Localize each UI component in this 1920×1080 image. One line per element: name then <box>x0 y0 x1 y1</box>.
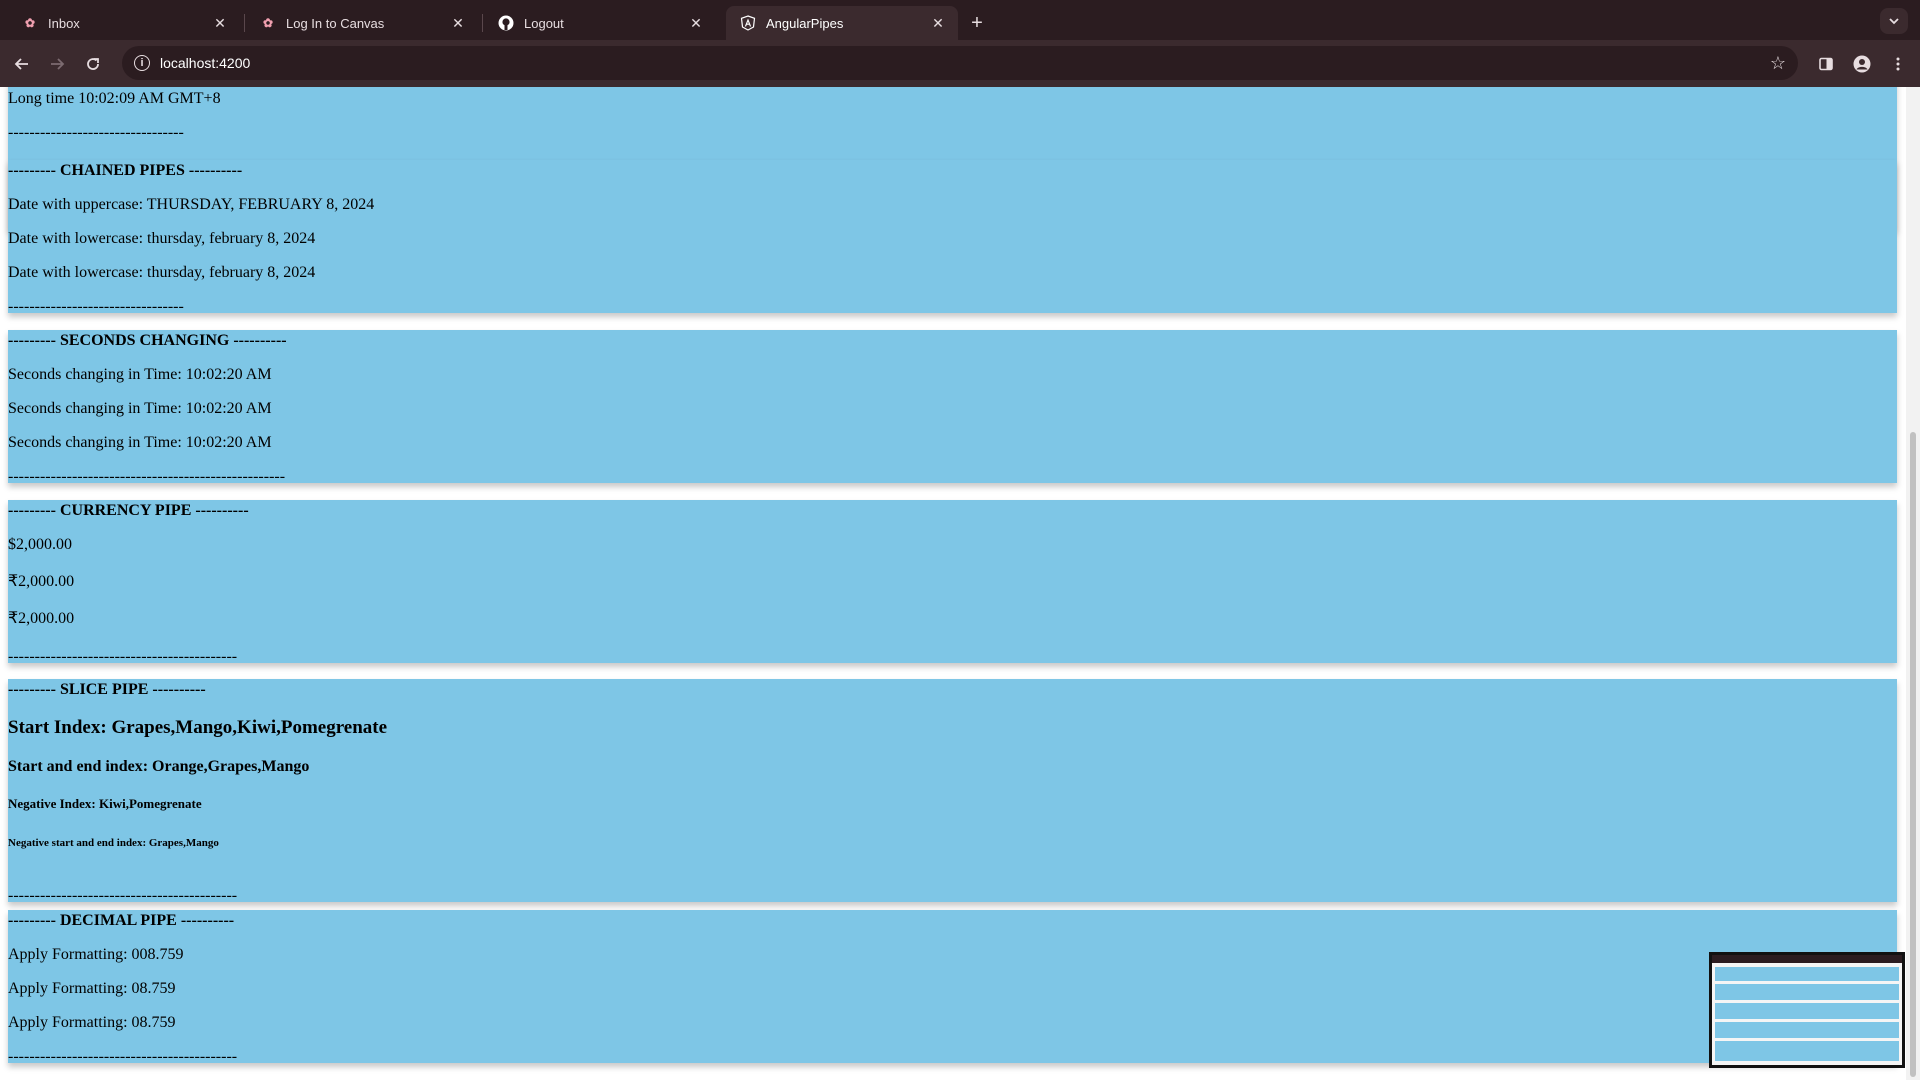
thumbnail-band <box>1715 967 1899 981</box>
page-viewport: Long time 10:02:09 AM GMT+8 ------------… <box>0 87 1920 1080</box>
close-icon[interactable]: ✕ <box>210 13 230 33</box>
browser-toolbar: i localhost:4200 ☆ <box>0 40 1920 87</box>
currency-pipe-section: --------- CURRENCY PIPE ---------- $2,00… <box>8 500 1897 665</box>
slice-pipe-section: --------- SLICE PIPE ---------- Start In… <box>8 679 1897 904</box>
profile-button[interactable] <box>1848 50 1876 78</box>
address-bar[interactable]: i localhost:4200 ☆ <box>122 46 1798 80</box>
section-divider: --------------------------------- <box>8 298 184 315</box>
chained-pipes-section: --------- CHAINED PIPES ---------- Date … <box>8 160 1897 315</box>
start-end-index-text: Start and end index: Orange,Grapes,Mango <box>8 758 310 775</box>
tab-title: Log In to Canvas <box>286 15 385 31</box>
scrollbar-thumb[interactable] <box>1910 432 1916 1077</box>
site-info-icon[interactable]: i <box>134 55 150 71</box>
arrow-left-icon <box>14 58 28 70</box>
tab-title: Logout <box>524 15 564 31</box>
close-icon[interactable]: ✕ <box>928 13 948 33</box>
canvas-icon: ✿ <box>24 16 36 30</box>
seconds-time-text: Seconds changing in Time: 10:02:20 AM <box>8 366 272 383</box>
section-divider: ----------------------------------------… <box>8 468 286 485</box>
page-thumbnail-preview[interactable] <box>1709 952 1905 1068</box>
section-heading: --------- SLICE PIPE ---------- <box>8 681 206 698</box>
tab-log-in-to-canvas[interactable]: ✿ Log In to Canvas ✕ <box>246 6 478 40</box>
side-panel-button[interactable] <box>1812 50 1840 78</box>
tab-title: AngularPipes <box>766 15 844 31</box>
thumbnail-chrome <box>1712 955 1902 963</box>
tab-separator <box>244 14 245 32</box>
tab-logout[interactable]: Logout ✕ <box>484 6 716 40</box>
date-lowercase-text: Date with lowercase: thursday, february … <box>8 230 316 247</box>
forward-button[interactable] <box>43 50 71 78</box>
decimal-format-text: Apply Formatting: 008.759 <box>8 946 184 963</box>
bookmark-star-icon[interactable]: ☆ <box>1764 49 1792 77</box>
currency-inr-text: ₹2,000.00 <box>8 573 75 590</box>
decimal-format-text: Apply Formatting: 08.759 <box>8 980 176 997</box>
currency-inr-text: ₹2,000.00 <box>8 610 75 627</box>
reload-icon <box>87 58 99 70</box>
tab-inbox[interactable]: ✿ Inbox ✕ <box>8 6 240 40</box>
negative-start-end-index-text: Negative start and end index: Grapes,Man… <box>8 837 219 849</box>
long-time-text: Long time 10:02:09 AM GMT+8 <box>8 90 221 107</box>
page-scrollbar[interactable] <box>1906 87 1920 1080</box>
side-panel-icon <box>1819 57 1833 71</box>
profile-icon <box>1853 55 1871 73</box>
thumbnail-band <box>1715 984 1899 1000</box>
section-heading: --------- CHAINED PIPES ---------- <box>8 162 243 179</box>
decimal-format-text: Apply Formatting: 08.759 <box>8 1014 176 1031</box>
tab-separator <box>482 14 483 32</box>
thumbnail-band <box>1715 1041 1899 1061</box>
start-index-text: Start Index: Grapes,Mango,Kiwi,Pomegrena… <box>8 717 388 738</box>
tab-search-button[interactable] <box>1880 8 1908 34</box>
close-icon[interactable]: ✕ <box>686 13 706 33</box>
new-tab-button[interactable]: + <box>964 10 990 36</box>
github-icon <box>498 15 514 31</box>
section-heading: --------- DECIMAL PIPE ---------- <box>8 912 235 929</box>
tab-strip: ✿ Inbox ✕ ✿ Log In to Canvas ✕ Logout ✕ … <box>0 0 1920 40</box>
negative-index-text: Negative Index: Kiwi,Pomegrenate <box>8 796 202 811</box>
arrow-right-icon <box>51 58 65 70</box>
currency-usd-text: $2,000.00 <box>8 536 72 553</box>
date-uppercase-text: Date with uppercase: THURSDAY, FEBRUARY … <box>8 196 375 213</box>
date-lowercase-text: Date with lowercase: thursday, february … <box>8 264 316 281</box>
seconds-time-text: Seconds changing in Time: 10:02:20 AM <box>8 434 272 451</box>
browser-chrome: ✿ Inbox ✕ ✿ Log In to Canvas ✕ Logout ✕ … <box>0 0 1920 87</box>
canvas-icon: ✿ <box>262 16 274 30</box>
tab-angularpipes[interactable]: AngularPipes ✕ <box>726 6 958 40</box>
decimal-pipe-section: --------- DECIMAL PIPE ---------- Apply … <box>8 910 1897 1065</box>
reload-button[interactable] <box>79 50 107 78</box>
close-icon[interactable]: ✕ <box>448 13 468 33</box>
url-text[interactable]: localhost:4200 <box>160 55 1764 71</box>
section-divider: --------------------------------- <box>8 124 184 141</box>
kebab-menu-icon <box>1896 57 1900 71</box>
thumbnail-band <box>1715 1003 1899 1019</box>
thumbnail-band <box>1715 1022 1899 1038</box>
tab-title: Inbox <box>48 15 80 31</box>
section-heading: --------- SECONDS CHANGING ---------- <box>8 332 287 349</box>
menu-button[interactable] <box>1884 50 1912 78</box>
seconds-changing-section: --------- SECONDS CHANGING ---------- Se… <box>8 330 1897 485</box>
seconds-time-text: Seconds changing in Time: 10:02:20 AM <box>8 400 272 417</box>
section-divider: ----------------------------------------… <box>8 1048 238 1065</box>
back-button[interactable] <box>8 50 36 78</box>
section-divider: ----------------------------------------… <box>8 887 238 904</box>
angular-icon <box>740 15 756 31</box>
section-divider: ----------------------------------------… <box>8 648 238 665</box>
section-heading: --------- CURRENCY PIPE ---------- <box>8 502 249 519</box>
chevron-down-icon <box>1889 18 1899 25</box>
